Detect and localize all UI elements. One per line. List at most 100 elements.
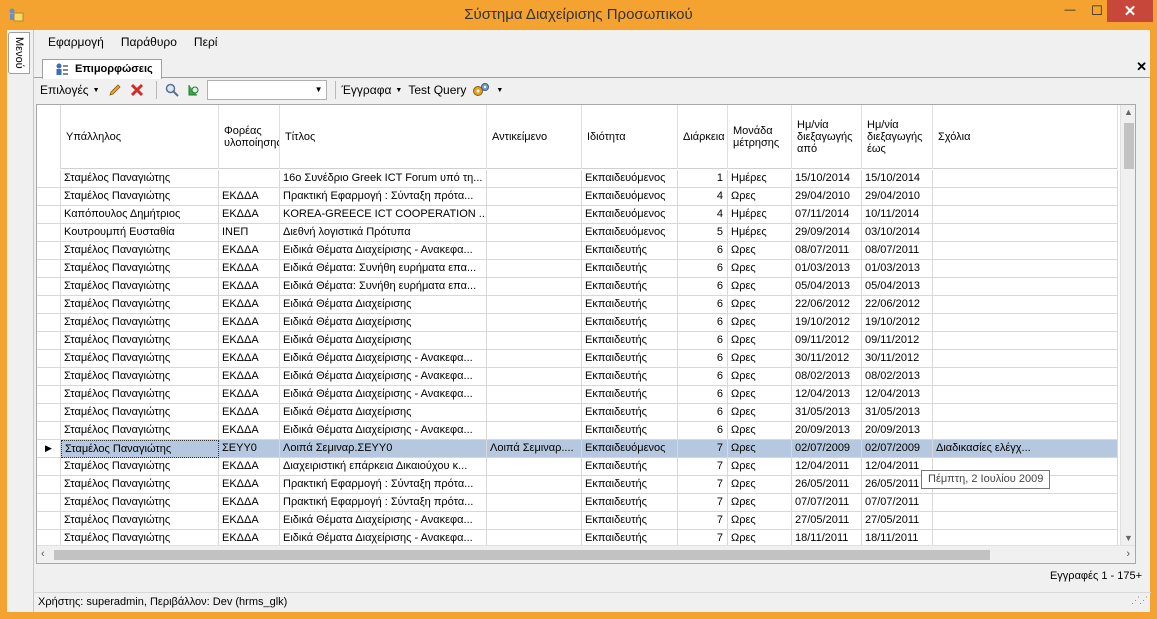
cell-subject[interactable] — [487, 332, 582, 350]
table-row[interactable]: Σταμέλος Παναγιώτης ΕΚΔΔΑ Ειδικά Θέματα Δι… — [37, 332, 1118, 350]
cell-unit[interactable]: Ωρες — [728, 512, 792, 530]
cell-subject[interactable] — [487, 368, 582, 386]
cell-comments[interactable] — [933, 260, 1118, 278]
cell-comments[interactable] — [933, 224, 1118, 242]
cell-date-to[interactable]: 22/06/2012 — [862, 296, 933, 314]
cell-date-to[interactable]: 05/04/2013 — [862, 278, 933, 296]
cell-duration[interactable]: 7 — [678, 476, 728, 494]
cell-agency[interactable]: ΕΚΔΔΑ — [219, 188, 280, 206]
cell-unit[interactable]: Ωρες — [728, 350, 792, 368]
cell-employee[interactable]: Κουτρουμπή Ευσταθία — [61, 224, 219, 242]
cell-role[interactable]: Εκπαιδευτής — [582, 386, 678, 404]
cell-role[interactable]: Εκπαιδευτής — [582, 296, 678, 314]
cell-subject[interactable] — [487, 314, 582, 332]
options-dropdown[interactable]: Επιλογές ▼ — [40, 83, 100, 97]
row-selector[interactable] — [37, 314, 61, 332]
cell-date-from[interactable]: 02/07/2009 — [792, 440, 862, 458]
cell-role[interactable]: Εκπαιδευτής — [582, 494, 678, 512]
cell-agency[interactable]: ΕΚΔΔΑ — [219, 296, 280, 314]
row-selector[interactable] — [37, 332, 61, 350]
table-row[interactable]: Σταμέλος Παναγιώτης ΕΚΔΔΑ Ειδικά Θέματα Δι… — [37, 530, 1118, 545]
cell-subject[interactable] — [487, 170, 582, 188]
cell-date-from[interactable]: 12/04/2013 — [792, 386, 862, 404]
cell-subject[interactable] — [487, 530, 582, 545]
cell-duration[interactable]: 6 — [678, 314, 728, 332]
cell-unit[interactable]: Ωρες — [728, 188, 792, 206]
cell-date-to[interactable]: 30/11/2012 — [862, 350, 933, 368]
cell-comments[interactable] — [933, 494, 1118, 512]
cell-unit[interactable]: Ωρες — [728, 476, 792, 494]
cell-duration[interactable]: 6 — [678, 368, 728, 386]
cell-unit[interactable]: Ωρες — [728, 314, 792, 332]
cell-agency[interactable]: ΕΚΔΔΑ — [219, 278, 280, 296]
chevron-down-icon[interactable]: ▼ — [315, 85, 323, 94]
filter-search-icon[interactable] — [185, 81, 203, 99]
cell-title[interactable]: Ειδικά Θέματα Διαχείρισης - Ανακεφα... — [280, 386, 487, 404]
table-row[interactable]: Κουτρουμπή Ευσταθία ΙΝΕΠ Διεθνή λογιστικά … — [37, 224, 1118, 242]
cell-unit[interactable]: Ημέρες — [728, 170, 792, 188]
cell-employee[interactable]: Σταμέλος Παναγιώτης — [61, 188, 219, 206]
cell-duration[interactable]: 6 — [678, 386, 728, 404]
cell-date-to[interactable]: 15/10/2014 — [862, 170, 933, 188]
cell-title[interactable]: Ειδικά Θέματα Διαχείρισης - Ανακεφα... — [280, 530, 487, 545]
cell-role[interactable]: Εκπαιδευόμενος — [582, 188, 678, 206]
cell-role[interactable]: Εκπαιδευτής — [582, 350, 678, 368]
cell-subject[interactable] — [487, 278, 582, 296]
table-row[interactable]: Σταμέλος Παναγιώτης ΕΚΔΔΑ Ειδικά Θέματα Δι… — [37, 242, 1118, 260]
cell-date-to[interactable]: 08/02/2013 — [862, 368, 933, 386]
cell-date-to[interactable]: 07/07/2011 — [862, 494, 933, 512]
cell-agency[interactable]: ΕΚΔΔΑ — [219, 494, 280, 512]
cell-employee[interactable]: Σταμέλος Παναγιώτης — [61, 440, 219, 458]
cell-employee[interactable]: Σταμέλος Παναγιώτης — [61, 404, 219, 422]
cell-date-to[interactable]: 31/05/2013 — [862, 404, 933, 422]
row-selector[interactable] — [37, 458, 61, 476]
cell-employee[interactable]: Σταμέλος Παναγιώτης — [61, 278, 219, 296]
documents-dropdown[interactable]: Έγγραφα ▼ — [342, 83, 403, 97]
row-selector[interactable] — [37, 512, 61, 530]
cell-employee[interactable]: Σταμέλος Παναγιώτης — [61, 530, 219, 545]
cell-date-from[interactable]: 30/11/2012 — [792, 350, 862, 368]
column-header-employee[interactable]: Υπάλληλος — [61, 105, 219, 169]
cell-subject[interactable] — [487, 512, 582, 530]
cell-unit[interactable]: Ωρες — [728, 242, 792, 260]
cell-title[interactable]: Ειδικά Θέματα Διαχείρισης — [280, 332, 487, 350]
column-header-title[interactable]: Τίτλος — [280, 105, 487, 169]
cell-date-from[interactable]: 07/11/2014 — [792, 206, 862, 224]
cell-unit[interactable]: Ωρες — [728, 386, 792, 404]
cell-duration[interactable]: 6 — [678, 422, 728, 440]
close-button[interactable]: ✕ — [1107, 0, 1153, 22]
title-bar[interactable]: Σύστημα Διαχείρισης Προσωπικού — ☐ ✕ — [0, 0, 1157, 30]
cell-date-to[interactable]: 10/11/2014 — [862, 206, 933, 224]
cell-comments[interactable] — [933, 314, 1118, 332]
cell-agency[interactable]: ΕΚΔΔΑ — [219, 314, 280, 332]
scroll-left-icon[interactable]: ‹ — [41, 548, 45, 560]
row-selector[interactable] — [37, 242, 61, 260]
cell-role[interactable]: Εκπαιδευτής — [582, 242, 678, 260]
cell-role[interactable]: Εκπαιδευτής — [582, 476, 678, 494]
cell-duration[interactable]: 7 — [678, 458, 728, 476]
table-row[interactable]: Σταμέλος Παναγιώτης 16ο Συνέδριο Greek IC… — [37, 170, 1118, 188]
row-selector[interactable] — [37, 350, 61, 368]
column-header-subject[interactable]: Αντικείμενο — [487, 105, 582, 169]
cell-employee[interactable]: Σταμέλος Παναγιώτης — [61, 332, 219, 350]
scroll-up-icon[interactable]: ▲ — [1124, 107, 1133, 117]
cell-duration[interactable]: 7 — [678, 512, 728, 530]
cell-role[interactable]: Εκπαιδευόμενος — [582, 206, 678, 224]
row-selector[interactable] — [37, 386, 61, 404]
column-header-duration[interactable]: Διάρκεια — [678, 105, 728, 169]
cell-title[interactable]: Ειδικά Θέματα Διαχείρισης - Ανακεφα... — [280, 512, 487, 530]
cell-comments[interactable] — [933, 530, 1118, 545]
cell-role[interactable]: Εκπαιδευτής — [582, 368, 678, 386]
row-selector[interactable] — [37, 476, 61, 494]
cell-date-to[interactable]: 08/07/2011 — [862, 242, 933, 260]
cell-subject[interactable] — [487, 422, 582, 440]
table-row[interactable]: Σταμέλος Παναγιώτης ΕΚΔΔΑ Ειδικά Θέματα Δι… — [37, 296, 1118, 314]
row-selector[interactable] — [37, 224, 61, 242]
cell-subject[interactable] — [487, 350, 582, 368]
cell-employee[interactable]: Σταμέλος Παναγιώτης — [61, 512, 219, 530]
cell-date-to[interactable]: 12/04/2013 — [862, 386, 933, 404]
cell-employee[interactable]: Σταμέλος Παναγιώτης — [61, 170, 219, 188]
cell-role[interactable]: Εκπαιδευτής — [582, 278, 678, 296]
table-row[interactable]: Σταμέλος Παναγιώτης ΕΚΔΔΑ Ειδικά Θέματα Δι… — [37, 368, 1118, 386]
cell-role[interactable]: Εκπαιδευόμενος — [582, 224, 678, 242]
